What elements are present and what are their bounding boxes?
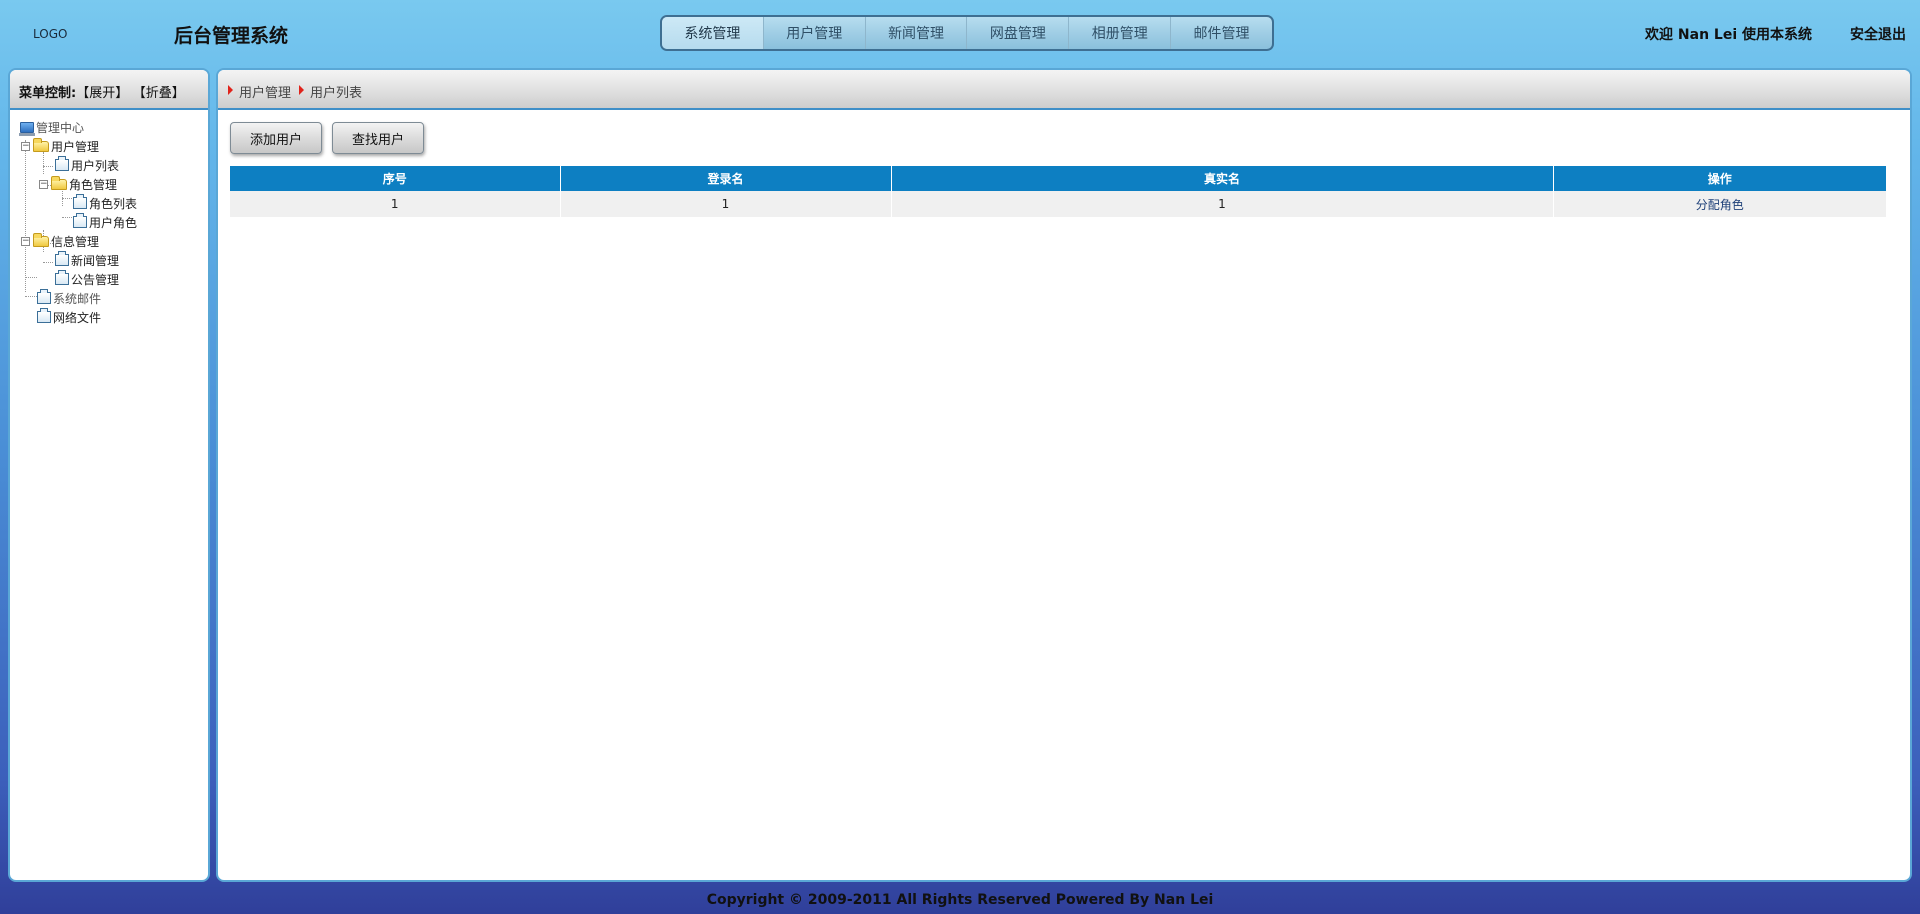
- tree-node-network-files[interactable]: 网络文件: [37, 308, 102, 325]
- tree-line: [62, 217, 72, 218]
- page-icon: [73, 194, 87, 209]
- assign-role-link[interactable]: 分配角色: [1696, 198, 1744, 212]
- tree-line: [25, 277, 37, 278]
- collapse-all-link[interactable]: 【折叠】: [133, 86, 185, 101]
- breadcrumb: 用户管理 用户列表: [218, 70, 1910, 110]
- menu-control-bar: 菜单控制:【展开】 【折叠】: [10, 70, 208, 110]
- tree-node-label: 管理中心: [36, 120, 85, 135]
- page-icon: [37, 308, 51, 323]
- logo: LOGO: [33, 27, 68, 41]
- tree-node-label: 用户列表: [71, 158, 120, 173]
- tree-node-label: 公告管理: [71, 272, 120, 287]
- cell-index: 1: [230, 191, 561, 217]
- top-nav: 系统管理 用户管理 新闻管理 网盘管理 相册管理 邮件管理: [660, 15, 1274, 51]
- tab-system-management[interactable]: 系统管理: [662, 17, 763, 49]
- tree-node-label: 系统邮件: [53, 291, 102, 306]
- tree-line: [25, 296, 37, 297]
- tree-node-role-management[interactable]: − 角色管理: [39, 175, 118, 192]
- cell-real-name: 1: [891, 191, 1554, 217]
- folder-open-icon: [33, 137, 49, 152]
- column-header-index: 序号: [230, 166, 561, 191]
- welcome-text: 欢迎 Nan Lei 使用本系统: [1645, 27, 1812, 43]
- user-table: 序号 登录名 真实名 操作 1 1 1 分配角色: [230, 166, 1886, 217]
- tree-node-user-list[interactable]: 用户列表: [55, 156, 120, 173]
- page-icon: [73, 213, 87, 228]
- tab-album-management[interactable]: 相册管理: [1068, 17, 1170, 49]
- tree-node-label: 用户角色: [89, 215, 138, 230]
- tree-node-admin-center[interactable]: 管理中心: [19, 119, 85, 136]
- tree-node-news-management[interactable]: 新闻管理: [55, 251, 120, 268]
- tree-node-label: 用户管理: [51, 139, 100, 154]
- tab-news-management[interactable]: 新闻管理: [864, 17, 967, 49]
- cell-login-name: 1: [560, 191, 892, 217]
- table-row: 1 1 1 分配角色: [230, 191, 1886, 217]
- logout-link[interactable]: 安全退出: [1850, 24, 1906, 44]
- breadcrumb-item-user-list[interactable]: 用户列表: [310, 82, 362, 101]
- tree-line: [43, 152, 44, 174]
- breadcrumb-item-user-management[interactable]: 用户管理: [239, 82, 291, 101]
- page-icon: [55, 270, 69, 285]
- folder-open-icon: [51, 175, 67, 190]
- column-header-real-name: 真实名: [891, 166, 1554, 191]
- page-icon: [37, 289, 51, 304]
- tree-node-label: 信息管理: [51, 234, 100, 249]
- sidebar: 菜单控制:【展开】 【折叠】 管理中心 − 用户管理 用户列表 − 角色管理 角…: [8, 68, 210, 882]
- tree-node-notice-management[interactable]: 公告管理: [55, 270, 120, 287]
- tree-node-system-mail[interactable]: 系统邮件: [37, 289, 102, 306]
- tab-user-management[interactable]: 用户管理: [762, 17, 865, 49]
- tree-line: [43, 262, 53, 263]
- tree-line: [62, 198, 72, 199]
- column-header-login-name: 登录名: [560, 166, 892, 191]
- tree-line: [43, 166, 53, 167]
- collapse-toggle-icon[interactable]: −: [21, 141, 30, 151]
- tree-node-label: 角色列表: [89, 196, 138, 211]
- tree-node-label: 新闻管理: [71, 253, 120, 268]
- footer-copyright: Copyright © 2009-2011 All Rights Reserve…: [706, 892, 1214, 908]
- expand-all-link[interactable]: 【展开】: [76, 86, 128, 101]
- collapse-toggle-icon[interactable]: −: [39, 179, 48, 189]
- tree-node-label: 角色管理: [69, 177, 118, 192]
- tree-node-user-management[interactable]: − 用户管理: [21, 137, 100, 154]
- find-user-button[interactable]: 查找用户: [332, 122, 424, 154]
- tab-netdisk-management[interactable]: 网盘管理: [966, 17, 1068, 49]
- folder-open-icon: [33, 232, 49, 247]
- app-title: 后台管理系统: [174, 25, 289, 47]
- tree-node-role-list[interactable]: 角色列表: [73, 194, 138, 211]
- tree-node-user-role[interactable]: 用户角色: [73, 213, 138, 230]
- main-panel: 用户管理 用户列表 添加用户 查找用户 序号 登录名 真实名 操作 1 1 1 …: [216, 68, 1912, 882]
- collapse-toggle-icon[interactable]: −: [21, 236, 30, 246]
- tree-node-info-management[interactable]: − 信息管理: [21, 232, 100, 249]
- table-header-row: 序号 登录名 真实名 操作: [230, 166, 1886, 191]
- arrow-right-icon: [228, 85, 233, 95]
- add-user-button[interactable]: 添加用户: [230, 122, 322, 154]
- arrow-right-icon: [299, 85, 305, 95]
- computer-icon: [19, 121, 35, 136]
- page-icon: [55, 251, 69, 266]
- column-header-action: 操作: [1553, 166, 1886, 191]
- page-icon: [55, 156, 69, 171]
- cell-action: 分配角色: [1553, 191, 1886, 217]
- tree-line: [25, 140, 26, 292]
- tree-node-label: 网络文件: [53, 310, 102, 325]
- menu-control-label: 菜单控制:: [19, 86, 77, 101]
- tab-mail-management[interactable]: 邮件管理: [1170, 17, 1272, 49]
